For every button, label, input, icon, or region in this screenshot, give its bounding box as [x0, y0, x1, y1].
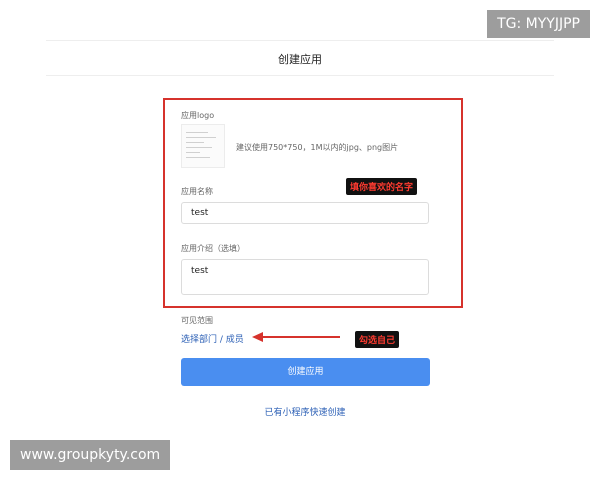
- watermark-bottom: www.groupkyty.com: [10, 440, 171, 470]
- create-app-page: TG: MYYJJPP 创建应用 应用logo 建议使用750*750，1M以内…: [0, 0, 600, 480]
- name-label: 应用名称: [181, 187, 213, 196]
- select-annotation: 勾选自己: [355, 331, 400, 348]
- visibility-label: 可见范围: [181, 316, 213, 325]
- create-app-button[interactable]: 创建应用: [181, 358, 430, 386]
- logo-preview-line: [186, 142, 204, 143]
- logo-label: 应用logo: [181, 111, 215, 120]
- logo-preview-line: [186, 132, 208, 133]
- name-input-value: test: [191, 208, 209, 218]
- name-annotation: 填你喜欢的名字: [346, 178, 418, 195]
- name-input[interactable]: test: [181, 202, 429, 224]
- logo-hint: 建议使用750*750，1M以内的jpg、png图片: [236, 143, 399, 152]
- watermark-top: TG: MYYJJPP: [487, 10, 590, 38]
- page-header: 创建应用: [46, 40, 554, 76]
- logo-upload[interactable]: [181, 124, 225, 168]
- logo-preview-line: [186, 137, 216, 138]
- quick-create-link[interactable]: 已有小程序快速创建: [0, 405, 600, 418]
- intro-label: 应用介绍（选填）: [181, 244, 245, 253]
- logo-preview-line: [186, 152, 200, 153]
- page-title: 创建应用: [278, 53, 322, 66]
- select-members-link[interactable]: 选择部门 / 成员: [181, 332, 244, 345]
- logo-preview-line: [186, 157, 210, 158]
- intro-textarea-value: test: [191, 266, 209, 276]
- logo-preview-line: [186, 147, 212, 148]
- intro-textarea[interactable]: test: [181, 259, 429, 295]
- arrow-left-icon: [252, 332, 340, 342]
